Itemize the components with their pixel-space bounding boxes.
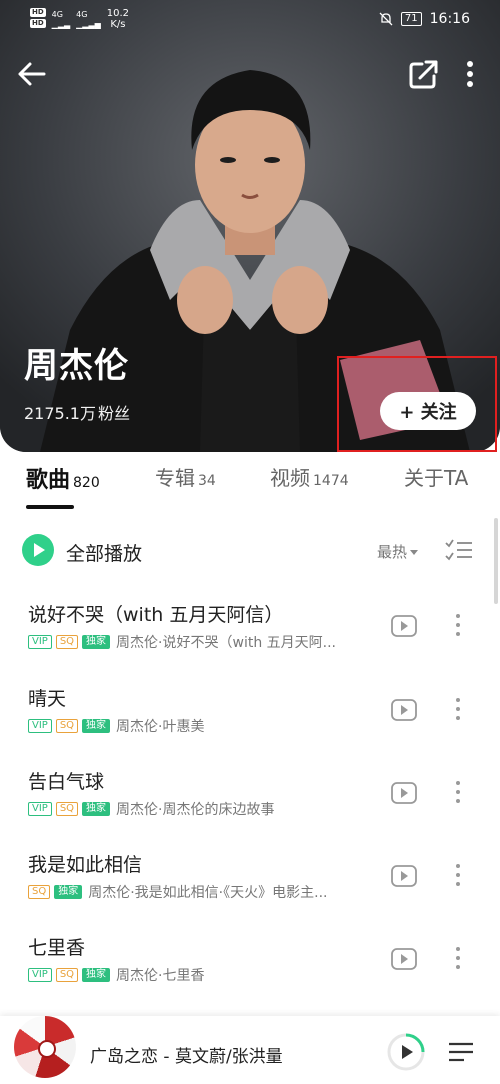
song-row[interactable]: 说好不哭（with 五月天阿信） VIP SQ 独家 周杰伦·说好不哭（with… [0, 600, 500, 682]
mv-play-icon[interactable] [390, 947, 418, 971]
status-bar: HD HD 4G ▁▂▃ 4G ▁▂▃▅ 10.2 K/s 71 16:16 [30, 8, 470, 30]
fans-count: 2175.1万 粉丝 [24, 404, 131, 423]
song-meta: VIP SQ 独家 周杰伦·七里香 [28, 965, 378, 985]
mute-bell-icon [379, 12, 393, 26]
playlist-icon[interactable] [446, 1036, 476, 1068]
caret-down-icon [410, 549, 419, 555]
exclusive-badge: 独家 [54, 885, 83, 899]
now-playing-title[interactable]: 广岛之恋 - 莫文蔚/张洪量 [90, 1042, 283, 1067]
song-subtitle: 周杰伦·叶惠美 [116, 719, 205, 735]
song-row[interactable]: 七里香 VIP SQ 独家 周杰伦·七里香 [0, 933, 500, 1015]
play-icon [34, 543, 45, 557]
follow-button[interactable]: + 关注 [380, 392, 476, 430]
more-vertical-icon[interactable] [448, 943, 468, 973]
play-all-button[interactable] [22, 534, 54, 566]
scrollbar[interactable] [494, 518, 498, 604]
song-title: 说好不哭（with 五月天阿信） [28, 604, 284, 626]
signal-icon: 4G [76, 10, 88, 19]
sq-badge: SQ [55, 968, 79, 982]
signal-icon: 4G [51, 10, 63, 19]
song-subtitle: 周杰伦·说好不哭（with 五月天阿... [116, 635, 336, 651]
more-vertical-icon[interactable] [448, 610, 468, 640]
song-title: 晴天 [28, 688, 67, 710]
top-nav [0, 52, 500, 96]
hd-indicator: HD [30, 19, 46, 28]
sq-badge: SQ [28, 885, 51, 899]
artist-name: 周杰伦 [24, 346, 129, 386]
mv-play-icon[interactable] [390, 698, 418, 722]
vip-badge: VIP [28, 802, 52, 816]
song-row[interactable]: 我是如此相信 SQ 独家 周杰伦·我是如此相信·《天火》电影主... [0, 850, 500, 932]
exclusive-badge: 独家 [82, 719, 111, 733]
exclusive-badge: 独家 [82, 802, 111, 816]
battery-indicator: 71 [400, 12, 422, 26]
song-title: 七里香 [28, 937, 86, 959]
sq-badge: SQ [55, 635, 79, 649]
vip-badge: VIP [28, 968, 52, 982]
sort-dropdown[interactable]: 最热 [377, 541, 419, 562]
album-cover[interactable] [14, 1016, 76, 1078]
play-all-label[interactable]: 全部播放 [66, 539, 142, 566]
clock: 16:16 [429, 11, 470, 27]
sq-badge: SQ [55, 802, 79, 816]
song-row[interactable]: 告白气球 VIP SQ 独家 周杰伦·周杰伦的床边故事 [0, 767, 500, 849]
multi-select-icon[interactable] [444, 538, 474, 564]
song-subtitle: 周杰伦·我是如此相信·《天火》电影主... [88, 885, 328, 901]
back-arrow-icon[interactable] [14, 56, 50, 92]
song-subtitle: 周杰伦·周杰伦的床边故事 [116, 802, 275, 818]
tab-bar: 歌曲 820 专辑 34 视频 1474 关于TA [0, 462, 500, 510]
more-vertical-icon[interactable] [456, 56, 484, 92]
mv-play-icon[interactable] [390, 614, 418, 638]
tab-videos[interactable]: 视频 1474 [270, 462, 349, 502]
song-meta: VIP SQ 独家 周杰伦·叶惠美 [28, 716, 378, 736]
exclusive-badge: 独家 [82, 635, 111, 649]
hd-indicator: HD [30, 8, 46, 17]
song-subtitle: 周杰伦·七里香 [116, 968, 205, 984]
exclusive-badge: 独家 [82, 968, 111, 982]
song-title: 告白气球 [28, 771, 105, 793]
song-meta: VIP SQ 独家 周杰伦·周杰伦的床边故事 [28, 799, 378, 819]
share-icon[interactable] [406, 56, 442, 92]
tab-songs[interactable]: 歌曲 820 [26, 462, 100, 502]
vip-badge: VIP [28, 719, 52, 733]
play-pause-icon[interactable] [386, 1032, 426, 1072]
active-tab-indicator [26, 505, 74, 509]
mv-play-icon[interactable] [390, 864, 418, 888]
tab-about[interactable]: 关于TA [404, 462, 468, 502]
song-title: 我是如此相信 [28, 854, 143, 876]
network-speed: 10.2 K/s [106, 8, 130, 30]
song-meta: VIP SQ 独家 周杰伦·说好不哭（with 五月天阿... [28, 632, 378, 652]
more-vertical-icon[interactable] [448, 694, 468, 724]
song-meta: SQ 独家 周杰伦·我是如此相信·《天火》电影主... [28, 882, 378, 902]
sq-badge: SQ [55, 719, 79, 733]
more-vertical-icon[interactable] [448, 860, 468, 890]
play-all-bar: 全部播放 最热 [0, 530, 500, 574]
tab-albums[interactable]: 专辑 34 [155, 462, 216, 502]
song-row[interactable]: 晴天 VIP SQ 独家 周杰伦·叶惠美 [0, 684, 500, 766]
vip-badge: VIP [28, 635, 52, 649]
more-vertical-icon[interactable] [448, 777, 468, 807]
mini-player[interactable]: 广岛之恋 - 莫文蔚/张洪量 [0, 1016, 500, 1084]
mv-play-icon[interactable] [390, 781, 418, 805]
